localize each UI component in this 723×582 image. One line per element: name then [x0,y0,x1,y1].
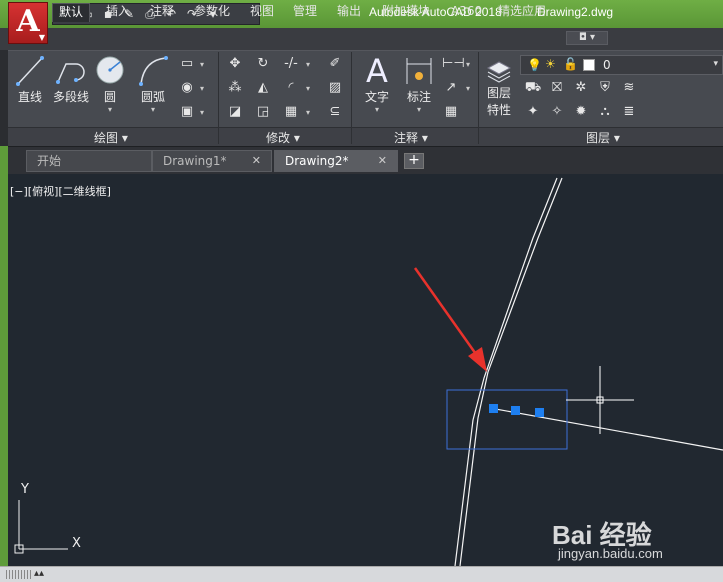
drawing-geometry [14,177,723,567]
status-bar: ▴▴ [0,566,723,582]
ucs-y-label: Y [21,482,29,497]
grip-start [489,404,498,413]
baidu-watermark: Bai 经验 jingyan.baidu.com [552,515,722,565]
polyline-outer [459,177,563,567]
grip-end [535,408,544,417]
ucs-icon [14,500,68,554]
expand-icon[interactable]: ▴▴ [34,568,44,579]
watermark-url: jingyan.baidu.com [558,546,663,561]
autocad-window: A ▼ ▫ ▭ ▪ ✎ ⎙ ↶ ↷ ▾ Autodesk AutoCAD 201… [0,0,723,582]
application-menu-button[interactable]: A ▼ [8,2,48,44]
selected-line [489,407,723,451]
ucs-x-label: X [72,536,81,551]
red-arrow-icon [413,267,487,372]
drag-grip[interactable] [6,570,32,579]
autocad-logo-icon: A [16,4,40,39]
selection-window [446,389,568,450]
polyline-inner [454,177,558,567]
grip-mid [511,406,520,415]
caret-down-icon: ▼ [38,32,45,42]
